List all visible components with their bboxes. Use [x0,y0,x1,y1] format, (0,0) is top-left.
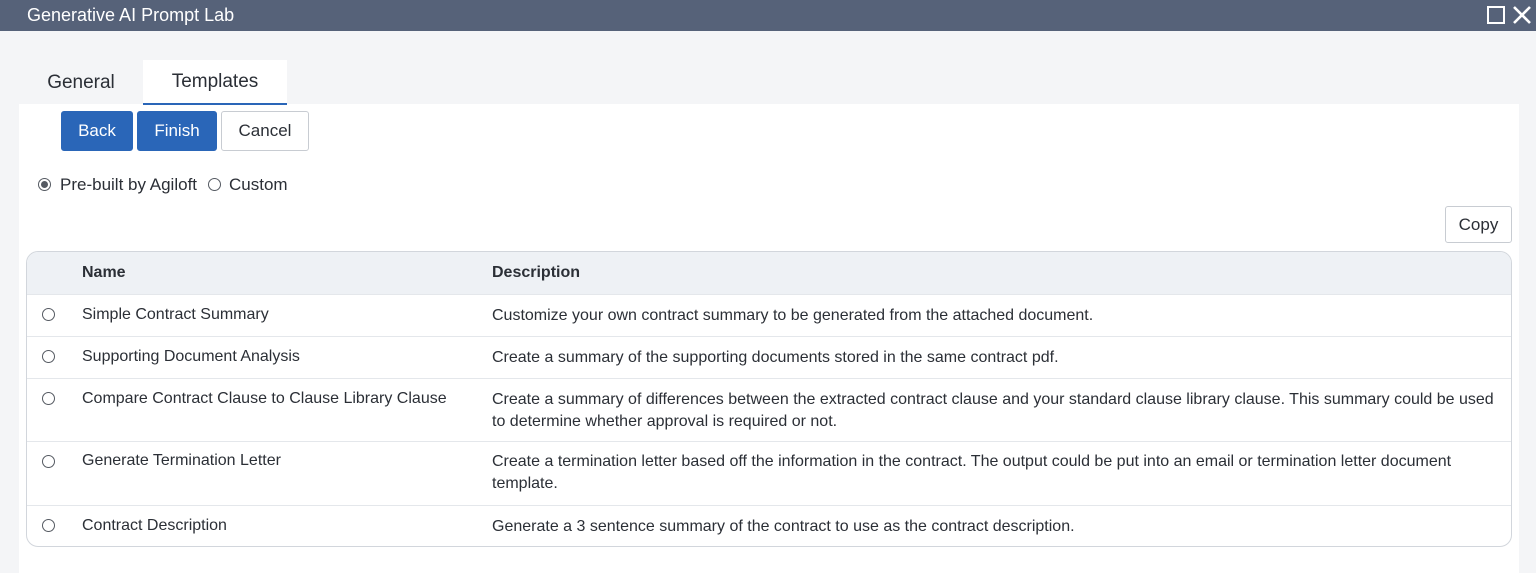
window-titlebar: Generative AI Prompt Lab [0,0,1536,31]
table-row[interactable]: Generate Termination Letter Create a ter… [27,441,1511,505]
custom-label: Custom [229,175,288,194]
row-description: Customize your own contract summary to b… [492,307,1094,324]
row-name: Supporting Document Analysis [82,348,300,365]
row-name: Contract Description [82,517,227,534]
row-radio[interactable] [42,519,55,532]
row-description: Create a summary of differences between … [492,391,1494,430]
table-row[interactable]: Supporting Document Analysis Create a su… [27,336,1511,378]
row-radio[interactable] [42,308,55,321]
row-description: Create a summary of the supporting docum… [492,349,1059,366]
templates-table: Name Description Simple Contract Summary… [26,251,1512,547]
prebuilt-label: Pre-built by Agiloft [60,175,198,194]
finish-button[interactable]: Finish [137,111,217,151]
row-name: Simple Contract Summary [82,306,269,323]
copy-button[interactable]: Copy [1445,206,1512,243]
back-button[interactable]: Back [61,111,133,151]
table-header: Name Description [27,252,1511,294]
table-row[interactable]: Compare Contract Clause to Clause Librar… [27,378,1511,441]
tab-general[interactable]: General [19,60,143,105]
column-header-name: Name [82,264,126,281]
prebuilt-radio[interactable] [38,178,51,191]
row-description: Create a termination letter based off th… [492,453,1452,492]
column-header-description: Description [492,264,581,281]
row-radio[interactable] [42,455,55,468]
cancel-button[interactable]: Cancel [221,111,309,151]
row-radio[interactable] [42,392,55,405]
row-radio[interactable] [42,350,55,363]
row-description: Generate a 3 sentence summary of the con… [492,518,1075,535]
close-button[interactable] [1512,5,1532,25]
table-row[interactable]: Simple Contract Summary Customize your o… [27,294,1511,336]
row-name: Compare Contract Clause to Clause Librar… [82,390,447,407]
custom-radio[interactable] [208,178,221,191]
maximize-button[interactable] [1486,5,1506,25]
window-title: Generative AI Prompt Lab [27,5,235,25]
table-row[interactable]: Contract Description Generate a 3 senten… [27,505,1511,546]
maximize-icon [1487,6,1505,24]
close-icon [1513,6,1531,24]
row-name: Generate Termination Letter [82,452,281,469]
tab-templates[interactable]: Templates [143,60,287,105]
